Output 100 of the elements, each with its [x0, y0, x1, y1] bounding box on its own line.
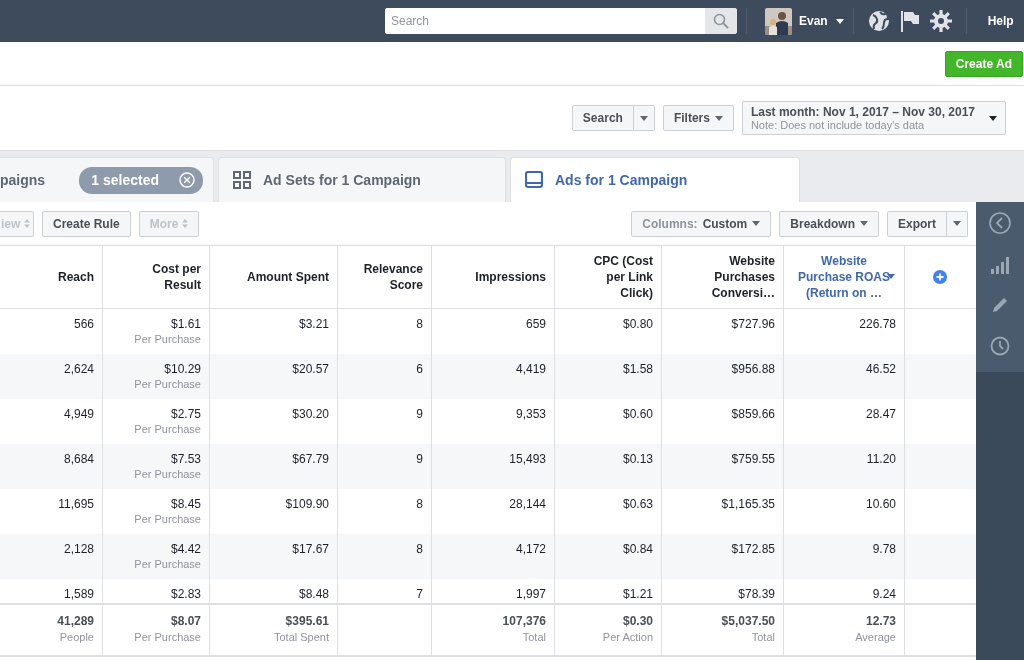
settings-icon[interactable]: [929, 10, 952, 32]
table-cell: 4,949: [63, 407, 94, 421]
table-cell: $7.53: [170, 452, 201, 466]
pencil-icon[interactable]: [991, 296, 1009, 314]
table-cell: 11.20: [866, 452, 896, 466]
export-button[interactable]: Export: [887, 210, 947, 237]
grid-icon[interactable]: [233, 171, 251, 189]
column-header[interactable]: Relevance Score: [363, 261, 423, 293]
back-icon[interactable]: [989, 212, 1011, 234]
table-cell: 4,419: [515, 362, 546, 376]
table-cell: 8: [416, 497, 423, 511]
total-label: Average: [855, 631, 896, 643]
tab[interactable]: paigns 1 selected: [0, 157, 214, 202]
table-cell: 15,493: [509, 452, 546, 466]
tab[interactable]: Ad Sets for 1 Campaign: [218, 157, 506, 202]
column-header[interactable]: Amount Spent: [247, 269, 329, 285]
filters-button[interactable]: Filters: [662, 105, 734, 131]
table-cell: $2.75: [170, 407, 201, 421]
table-cell: 9: [416, 407, 423, 421]
table-cell: 8: [416, 317, 423, 331]
total-label: Total: [751, 631, 775, 643]
column-header[interactable]: Cost per Result: [152, 261, 201, 293]
total-label: Per Action: [602, 631, 653, 643]
toolbar-button[interactable]: Create Rule: [42, 210, 131, 237]
total-label: People: [59, 631, 94, 643]
bar-chart-icon[interactable]: [990, 256, 1010, 274]
table-cell: 659: [525, 317, 546, 331]
column-header[interactable]: Reach: [57, 269, 94, 285]
table-cell: 9,353: [515, 407, 546, 421]
total-value: 107,376: [502, 614, 546, 628]
table-cell: $759.55: [731, 452, 775, 466]
table-cell: 8,684: [63, 452, 94, 466]
total-value: $395.61: [285, 614, 329, 628]
table-cell: 566: [73, 317, 94, 331]
table-cell: 1,589: [63, 587, 94, 601]
cell-note: Per Purchase: [134, 558, 201, 570]
table-cell: 4,172: [515, 542, 546, 556]
columns-dropdown[interactable]: Columns: Custom: [631, 210, 772, 237]
table-cell: 2,128: [63, 542, 94, 556]
column-header[interactable]: Website Purchases Conversi…: [711, 253, 775, 301]
table-cell: $3.21: [298, 317, 329, 331]
table-cell: $956.88: [731, 362, 775, 376]
table-cell: 11,695: [58, 497, 94, 511]
flag-icon[interactable]: [899, 10, 920, 32]
table-cell: $109.90: [285, 497, 329, 511]
table-cell: 6: [416, 362, 423, 376]
column-header[interactable]: Impressions: [475, 269, 546, 285]
cell-note: Per Purchase: [134, 468, 201, 480]
cell-note: Per Purchase: [134, 423, 201, 435]
table-cell: 28,144: [509, 497, 546, 511]
cell-note: Per Purchase: [134, 333, 201, 345]
table-cell: 9.24: [872, 587, 896, 601]
table-cell: $1.61: [170, 317, 201, 331]
add-column-icon[interactable]: [933, 270, 947, 284]
table-cell: $8.45: [170, 497, 201, 511]
user-name[interactable]: Evan: [799, 14, 828, 28]
date-range-label: Last month: Nov 1, 2017 – Nov 30, 2017: [750, 105, 975, 119]
table-cell: $0.60: [622, 407, 653, 421]
table-cell: 10.60: [865, 497, 896, 511]
tab-label: paigns: [0, 172, 46, 188]
table-cell: $2.83: [170, 587, 201, 601]
tab[interactable]: Ads for 1 Campaign: [510, 157, 800, 202]
table-cell: 226.78: [859, 317, 896, 331]
cell-note: Per Purchase: [134, 513, 201, 525]
table-cell: $0.13: [622, 452, 653, 466]
clear-icon[interactable]: [179, 172, 195, 188]
total-value: 41,289: [57, 614, 94, 628]
caret-icon[interactable]: [835, 18, 844, 24]
globe-icon[interactable]: [867, 10, 890, 32]
table-cell: $78.39: [738, 587, 775, 601]
table-cell: $1.58: [622, 362, 653, 376]
total-label: Total Spent: [273, 631, 329, 643]
column-header[interactable]: Website Purchase ROAS (Return on …: [797, 253, 890, 301]
dropdown-button[interactable]: [947, 210, 968, 237]
monitor-icon[interactable]: [525, 171, 543, 189]
total-label: Per Purchase: [134, 631, 201, 643]
search-button[interactable]: Search: [571, 105, 634, 131]
table-cell: $172.85: [731, 542, 775, 556]
table-cell: 2,624: [63, 362, 94, 376]
table-cell: 28.47: [865, 407, 896, 421]
table-cell: $1.21: [622, 587, 653, 601]
tab-label: Ad Sets for 1 Campaign: [263, 172, 421, 188]
clock-icon[interactable]: [990, 336, 1010, 356]
total-label: Total: [522, 631, 546, 643]
total-value: $8.07: [170, 614, 201, 628]
table-cell: 8: [416, 542, 423, 556]
table-cell: 1,997: [515, 587, 546, 601]
total-value: $5,037.50: [721, 614, 775, 628]
dropdown-button[interactable]: [633, 105, 655, 131]
table-cell: $30.20: [292, 407, 329, 421]
column-header[interactable]: CPC (Cost per Link Click): [593, 253, 653, 301]
help-link[interactable]: Help: [987, 14, 1014, 28]
table-cell: 9.78: [872, 542, 896, 556]
table-cell: $0.63: [622, 497, 653, 511]
date-range-picker[interactable]: Last month: Nov 1, 2017 – Nov 30, 2017 Note: Does not include today's data: [741, 101, 1006, 135]
total-value: 12.73: [865, 614, 896, 628]
table-cell: $0.84: [622, 542, 653, 556]
table-cell: $17.67: [292, 542, 329, 556]
caret-icon[interactable]: [989, 115, 997, 121]
breakdown-dropdown[interactable]: Breakdown: [779, 210, 879, 237]
